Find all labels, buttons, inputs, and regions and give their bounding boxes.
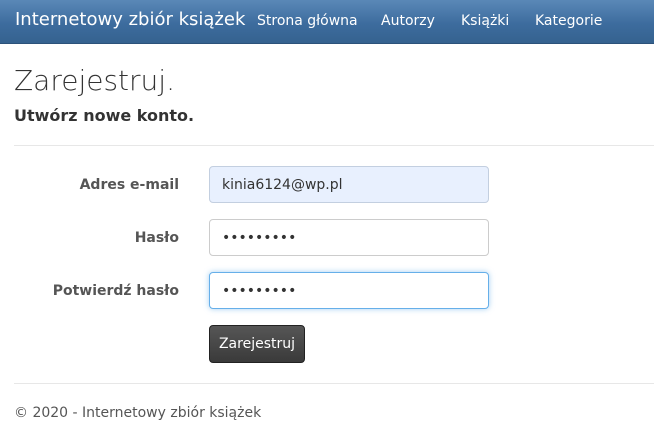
confirm-password-label: Potwierdź hasło: [52, 283, 179, 299]
page-title: Zarejestruj.: [14, 64, 175, 97]
password-input[interactable]: [209, 219, 489, 256]
nav-link-authors[interactable]: Autorzy: [381, 13, 435, 29]
nav-link-books[interactable]: Książki: [461, 13, 509, 29]
email-input[interactable]: [209, 166, 489, 203]
divider-top: [14, 145, 654, 146]
nav-link-home[interactable]: Strona główna: [257, 13, 358, 29]
password-label: Hasło: [134, 230, 179, 246]
register-button[interactable]: Zarejestruj: [209, 325, 305, 363]
divider-bottom: [14, 383, 654, 384]
nav-link-categories[interactable]: Kategorie: [535, 13, 602, 29]
footer-text: © 2020 - Internetowy zbiór książek: [14, 405, 262, 421]
email-label: Adres e-mail: [79, 177, 179, 193]
navbar: Internetowy zbiór książek Strona główna …: [0, 0, 654, 44]
page-subtitle: Utwórz nowe konto.: [14, 106, 195, 125]
brand-link[interactable]: Internetowy zbiór książek: [15, 9, 245, 30]
confirm-password-input[interactable]: [209, 272, 489, 309]
